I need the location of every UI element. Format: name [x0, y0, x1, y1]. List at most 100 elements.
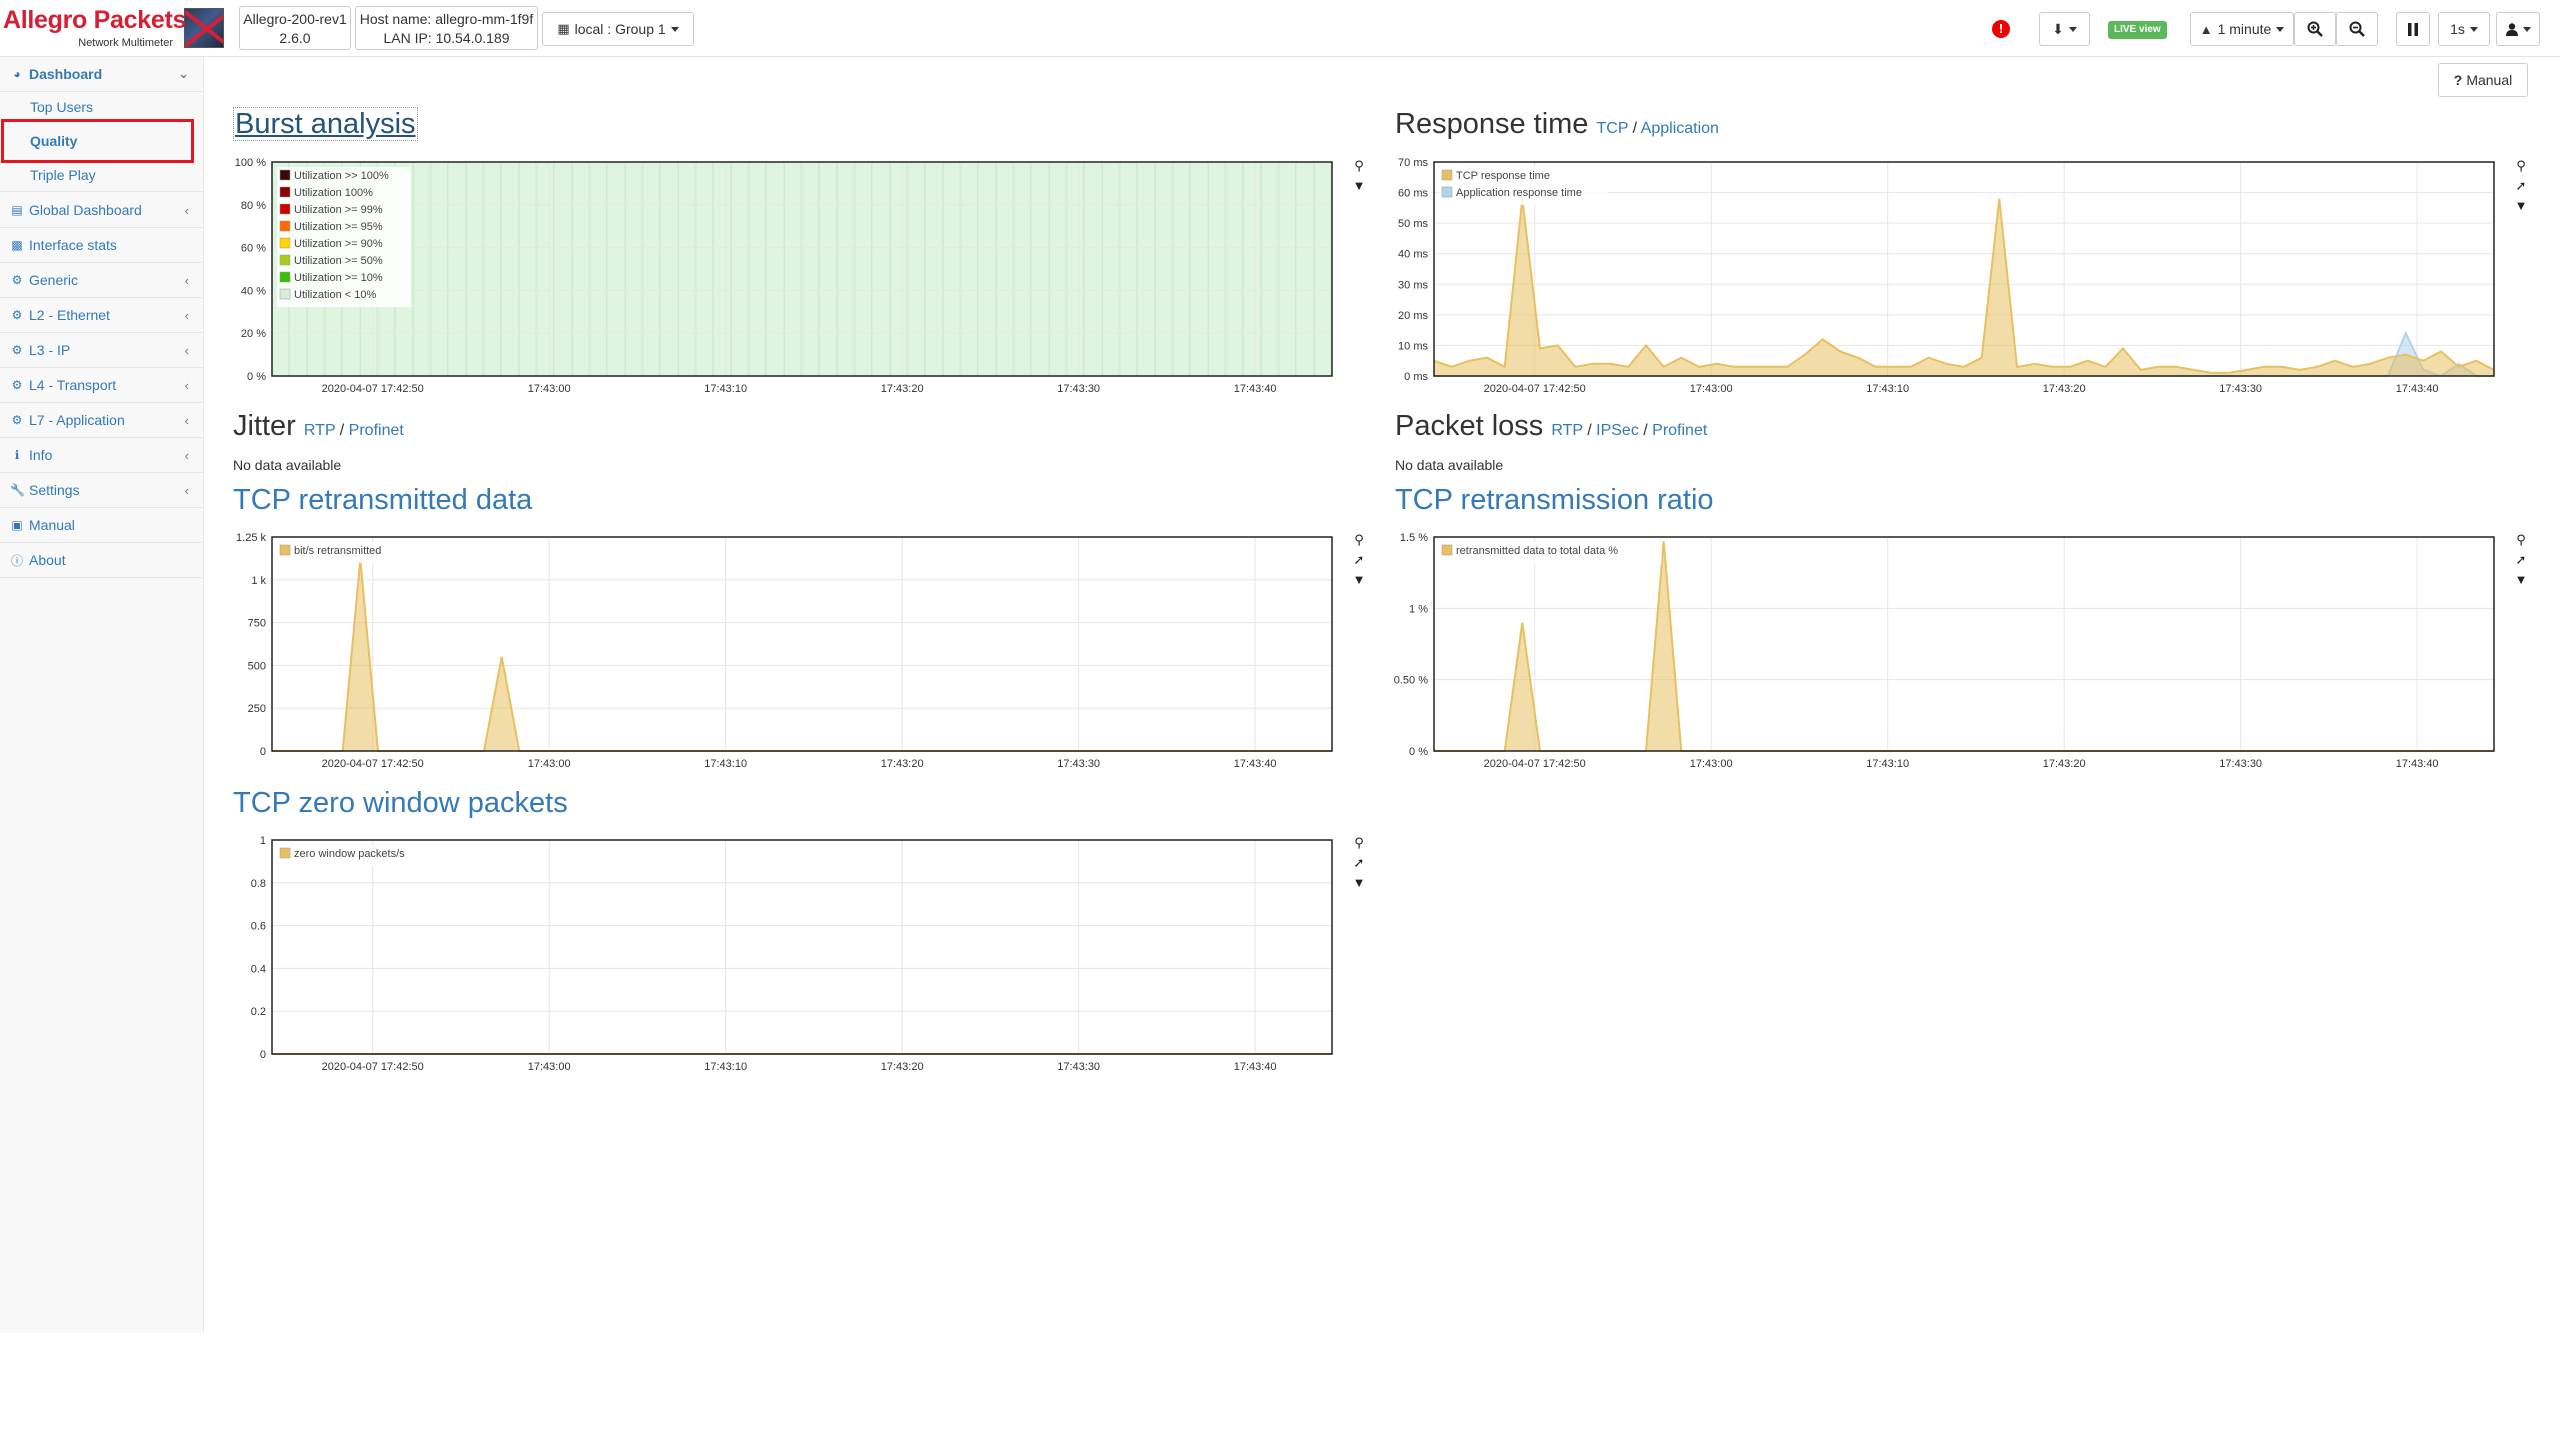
sidebar-item-global-dashboard[interactable]: ▤ Global Dashboard ‹ [0, 193, 203, 228]
zoom-in-button[interactable] [2294, 12, 2336, 46]
x-tick-label: 17:43:10 [704, 758, 747, 770]
x-tick-label: 17:43:20 [2043, 758, 2086, 770]
chevron-down-icon [2522, 26, 2531, 32]
zoom-out-button[interactable] [2336, 12, 2378, 46]
sidebar-item-settings[interactable]: 🔧 Settings ‹ [0, 473, 203, 508]
area-chart-icon: ▲ [2199, 21, 2213, 37]
sidebar-item-l2-ethernet[interactable]: ⚙ L2 - Ethernet ‹ [0, 298, 203, 333]
pin-icon[interactable]: ➚ [1352, 853, 1366, 873]
burst-bar [1190, 161, 1208, 377]
sidebar-item-l7-application[interactable]: ⚙ L7 - Application ‹ [0, 403, 203, 438]
legend-swatch [279, 220, 291, 232]
plot-area [272, 840, 1332, 1054]
timespan-dropdown[interactable]: ▲ 1 minute [2190, 12, 2294, 46]
burst-bar [784, 161, 802, 377]
burst-bar [748, 161, 766, 377]
legend-label: bit/s retransmitted [294, 545, 381, 557]
link-profinet[interactable]: Profinet [1652, 422, 1707, 439]
x-tick-label: 17:43:40 [2396, 383, 2439, 395]
pin-icon[interactable]: ➚ [2514, 176, 2528, 196]
chevron-down-icon[interactable]: ▼ [2514, 570, 2528, 590]
sidebar-item-generic[interactable]: ⚙ Generic ‹ [0, 263, 203, 298]
pin-icon[interactable]: ➚ [2514, 550, 2528, 570]
sidebar-item-label: L4 - Transport [29, 377, 117, 393]
interval-dropdown[interactable]: 1s [2438, 12, 2490, 46]
y-tick-label: 1.25 k [236, 532, 266, 544]
burst-analysis-chart: 100 % 80 % 60 % 40 % 20 % 0 % 2020-04-07 17:42… [200, 157, 1340, 398]
link-rtp[interactable]: RTP [1551, 422, 1582, 439]
question-icon: ? [2453, 72, 2463, 88]
chevron-left-icon: ‹ [184, 342, 189, 358]
sidebar-item-label: Top Users [30, 99, 94, 115]
y-tick-label: 20 % [241, 328, 266, 340]
link-application[interactable]: Application [1641, 120, 1719, 137]
packet-loss-header: Packet loss RTP / IPSec / Profinet [1395, 410, 1708, 442]
burst-bar [1296, 161, 1314, 377]
x-tick-label: 17:43:20 [2043, 383, 2086, 395]
jitter-no-data: No data available [233, 457, 342, 473]
burst-bar [572, 161, 590, 377]
sidebar-sub-triple-play[interactable]: Triple Play [0, 158, 203, 192]
x-tick-label: 17:43:10 [704, 1061, 747, 1073]
sidebar-item-dashboard[interactable]: ◕ Dashboard ⌄ [0, 57, 203, 92]
burst-bar [996, 161, 1014, 377]
x-tick-label: 17:43:30 [2219, 758, 2262, 770]
y-tick-label: 80 % [241, 200, 266, 212]
brand-logo[interactable]: Allegro Packets Network Multimeter [3, 4, 186, 52]
chevron-down-icon[interactable]: ▼ [1352, 873, 1366, 893]
pause-button[interactable] [2396, 12, 2430, 46]
live-view-badge[interactable]: LIVE view [2108, 21, 2167, 39]
manual-button[interactable]: ? Manual [2438, 63, 2528, 97]
sidebar-item-info[interactable]: ℹ Info ‹ [0, 438, 203, 473]
burst-bar [1172, 161, 1190, 377]
alert-icon[interactable]: ! [1992, 20, 2010, 38]
legend-swatch [279, 169, 291, 181]
zoom-icon[interactable]: ⚲ [1352, 833, 1366, 853]
x-tick-label: 17:43:40 [1234, 758, 1277, 770]
x-tick-label: 17:43:00 [1690, 383, 1733, 395]
link-rtp[interactable]: RTP [304, 422, 335, 439]
burst-bar [1066, 161, 1084, 377]
x-tick-label: 17:43:00 [528, 758, 571, 770]
chevron-down-icon [2276, 26, 2285, 32]
y-tick-label: 0.50 % [1394, 675, 1428, 687]
burst-bar [978, 161, 996, 377]
sidebar-item-l4-transport[interactable]: ⚙ L4 - Transport ‹ [0, 368, 203, 403]
device-image [184, 8, 224, 48]
tcp-retransmitted-title[interactable]: TCP retransmitted data [233, 484, 532, 517]
burst-bar [854, 161, 872, 377]
x-tick-label: 17:43:30 [1057, 383, 1100, 395]
link-tcp[interactable]: TCP [1597, 120, 1629, 137]
manual-label: Manual [2466, 72, 2513, 88]
tcp-retransmission-ratio-title[interactable]: TCP retransmission ratio [1395, 484, 1714, 517]
host-info: Host name: allegro-mm-1f9f LAN IP: 10.54… [355, 6, 538, 50]
brand-name: Allegro Packets [3, 6, 187, 34]
legend-swatch [279, 203, 291, 215]
user-dropdown[interactable] [2496, 12, 2540, 46]
burst-bar [1031, 161, 1049, 377]
burst-analysis-title[interactable]: Burst analysis [233, 107, 418, 141]
retrans-svg: 1.25 k 1 k 750 500 250 0 2020-04-07 17:42:50 17… [236, 532, 1333, 770]
tcp-zero-window-title[interactable]: TCP zero window packets [233, 787, 568, 820]
link-profinet[interactable]: Profinet [349, 422, 404, 439]
download-dropdown[interactable]: ⬇ [2039, 12, 2090, 46]
burst-bar [1049, 161, 1067, 377]
sidebar-item-about[interactable]: ⓘ About [0, 543, 203, 578]
chevron-down-icon[interactable]: ▼ [2514, 196, 2528, 216]
sidebar-item-l3-ip[interactable]: ⚙ L3 - IP ‹ [0, 333, 203, 368]
zoom-icon[interactable]: ⚲ [2514, 156, 2528, 176]
y-tick-label: 0.4 [251, 963, 266, 975]
x-tick-label: 17:43:10 [1866, 383, 1909, 395]
y-tick-label: 1 k [251, 575, 266, 587]
x-tick-label: 2020-04-07 17:42:50 [322, 1061, 424, 1073]
burst-bar [1155, 161, 1173, 377]
zoom-icon[interactable]: ⚲ [2514, 530, 2528, 550]
sidebar-item-interface-stats[interactable]: ▩ Interface stats [0, 228, 203, 263]
burst-bar [1013, 161, 1031, 377]
burst-bar [466, 161, 484, 377]
x-tick-label: 2020-04-07 17:42:50 [322, 758, 424, 770]
legend-label: Utilization >> 100% [294, 170, 389, 182]
group-dropdown[interactable]: ▦ local : Group 1 [542, 12, 694, 46]
link-ipsec[interactable]: IPSec [1596, 422, 1639, 439]
sidebar-item-manual[interactable]: ▣ Manual [0, 508, 203, 543]
